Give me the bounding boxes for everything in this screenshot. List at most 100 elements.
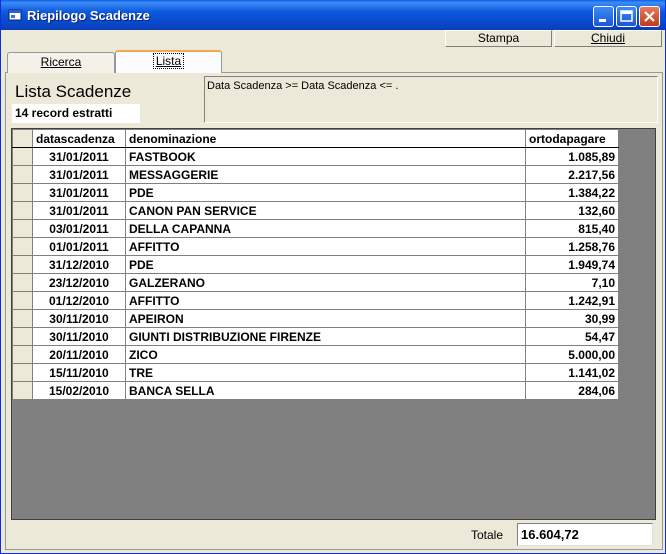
cell-datascadenza[interactable]: 01/12/2010 [32, 291, 126, 310]
row-selector[interactable] [12, 381, 33, 400]
print-button[interactable]: Stampa [445, 30, 552, 47]
cell-datascadenza[interactable]: 30/11/2010 [32, 327, 126, 346]
cell-datascadenza[interactable]: 20/11/2010 [32, 345, 126, 364]
totale-label: Totale [471, 528, 504, 542]
table-row[interactable]: 15/02/2010 BANCA SELLA 284,06 [12, 381, 619, 400]
cell-datascadenza[interactable]: 31/01/2011 [32, 147, 126, 166]
cell-datascadenza[interactable]: 15/11/2010 [32, 363, 126, 382]
tab-ricerca-label: Ricerca [40, 55, 82, 69]
cell-ortodapagare[interactable]: 1.258,76 [525, 237, 619, 256]
row-selector[interactable] [12, 327, 33, 346]
page-title: Lista Scadenze [15, 82, 132, 101]
cell-datascadenza[interactable]: 31/12/2010 [32, 255, 126, 274]
print-button-label: Stampa [477, 31, 520, 45]
cell-ortodapagare[interactable]: 7,10 [525, 273, 619, 292]
cell-denominazione[interactable]: PDE [125, 255, 526, 274]
table-row[interactable]: 30/11/2010 GIUNTI DISTRIBUZIONE FIRENZE 54… [12, 327, 619, 346]
minimize-button[interactable] [593, 6, 614, 27]
column-header-denominazione[interactable]: denominazione [125, 129, 526, 148]
cell-ortodapagare[interactable]: 284,06 [525, 381, 619, 400]
title-bar[interactable]: Riepilogo Scadenze [1, 0, 665, 30]
cell-denominazione[interactable]: BANCA SELLA [125, 381, 526, 400]
table-header-row: datascadenza denominazione ortodapagare [12, 129, 619, 148]
cell-denominazione[interactable]: GALZERANO [125, 273, 526, 292]
data-grid[interactable]: datascadenza denominazione ortodapagare … [11, 128, 656, 520]
cell-datascadenza[interactable]: 31/01/2011 [32, 183, 126, 202]
tab-ricerca[interactable]: Ricerca [7, 52, 115, 73]
column-header-datascadenza[interactable]: datascadenza [32, 129, 126, 148]
table-row[interactable]: 31/01/2011 FASTBOOK 1.085,89 [12, 147, 619, 166]
cell-datascadenza[interactable]: 03/01/2011 [32, 219, 126, 238]
cell-datascadenza[interactable]: 31/01/2011 [32, 201, 126, 220]
row-selector[interactable] [12, 237, 33, 256]
table-row[interactable]: 31/01/2011 MESSAGGERIE 2.217,56 [12, 165, 619, 184]
app-window-icon [8, 8, 22, 22]
cell-denominazione[interactable]: ZICO [125, 345, 526, 364]
tab-lista-label: Lista [152, 53, 185, 69]
close-button[interactable] [639, 6, 660, 27]
cell-ortodapagare[interactable]: 1.242,91 [525, 291, 619, 310]
main-window: Riepilogo Scadenze Stampa Chiudi Ricerca… [0, 0, 666, 554]
maximize-button[interactable] [616, 6, 637, 27]
cell-denominazione[interactable]: AFFITTO [125, 237, 526, 256]
tab-lista[interactable]: Lista [115, 50, 222, 73]
row-selector[interactable] [12, 273, 33, 292]
cell-denominazione[interactable]: PDE [125, 183, 526, 202]
maximize-icon [620, 10, 633, 22]
row-selector[interactable] [12, 309, 33, 328]
table-row[interactable]: 03/01/2011 DELLA CAPANNA 815,40 [12, 219, 619, 238]
column-header-ortodapagare[interactable]: ortodapagare [525, 129, 619, 148]
cell-datascadenza[interactable]: 31/01/2011 [32, 165, 126, 184]
cell-ortodapagare[interactable]: 30,99 [525, 309, 619, 328]
window-title: Riepilogo Scadenze [27, 8, 150, 23]
totale-value: 16.604,72 [517, 523, 653, 546]
table-row[interactable]: 31/01/2011 PDE 1.384,22 [12, 183, 619, 202]
row-selector[interactable] [12, 345, 33, 364]
close-form-button-label: Chiudi [590, 31, 626, 45]
row-selector[interactable] [12, 255, 33, 274]
cell-denominazione[interactable]: DELLA CAPANNA [125, 219, 526, 238]
cell-ortodapagare[interactable]: 1.384,22 [525, 183, 619, 202]
close-icon [644, 11, 655, 22]
scadenze-table: datascadenza denominazione ortodapagare … [12, 129, 619, 400]
cell-denominazione[interactable]: FASTBOOK [125, 147, 526, 166]
cell-denominazione[interactable]: GIUNTI DISTRIBUZIONE FIRENZE [125, 327, 526, 346]
table-row[interactable]: 01/12/2010 AFFITTO 1.242,91 [12, 291, 619, 310]
cell-datascadenza[interactable]: 01/01/2011 [32, 237, 126, 256]
table-row[interactable]: 31/12/2010 PDE 1.949,74 [12, 255, 619, 274]
row-selector[interactable] [12, 363, 33, 382]
table-row[interactable]: 23/12/2010 GALZERANO 7,10 [12, 273, 619, 292]
filter-summary: Data Scadenza >= Data Scadenza <= . [204, 76, 658, 123]
cell-datascadenza[interactable]: 30/11/2010 [32, 309, 126, 328]
row-selector-header[interactable] [12, 129, 33, 148]
cell-ortodapagare[interactable]: 1.141,02 [525, 363, 619, 382]
minimize-icon [599, 19, 606, 22]
cell-ortodapagare[interactable]: 1.949,74 [525, 255, 619, 274]
cell-denominazione[interactable]: APEIRON [125, 309, 526, 328]
row-selector[interactable] [12, 291, 33, 310]
cell-ortodapagare[interactable]: 132,60 [525, 201, 619, 220]
cell-ortodapagare[interactable]: 815,40 [525, 219, 619, 238]
cell-ortodapagare[interactable]: 5.000,00 [525, 345, 619, 364]
table-row[interactable]: 20/11/2010 ZICO 5.000,00 [12, 345, 619, 364]
cell-datascadenza[interactable]: 23/12/2010 [32, 273, 126, 292]
cell-ortodapagare[interactable]: 1.085,89 [525, 147, 619, 166]
cell-datascadenza[interactable]: 15/02/2010 [32, 381, 126, 400]
record-count: 14 record estratti [12, 104, 140, 123]
cell-denominazione[interactable]: CANON PAN SERVICE [125, 201, 526, 220]
cell-ortodapagare[interactable]: 54,47 [525, 327, 619, 346]
row-selector[interactable] [12, 219, 33, 238]
table-row[interactable]: 15/11/2010 TRE 1.141,02 [12, 363, 619, 382]
cell-denominazione[interactable]: AFFITTO [125, 291, 526, 310]
cell-ortodapagare[interactable]: 2.217,56 [525, 165, 619, 184]
row-selector[interactable] [12, 165, 33, 184]
table-row[interactable]: 01/01/2011 AFFITTO 1.258,76 [12, 237, 619, 256]
close-form-button[interactable]: Chiudi [554, 30, 662, 47]
row-selector[interactable] [12, 147, 33, 166]
table-row[interactable]: 30/11/2010 APEIRON 30,99 [12, 309, 619, 328]
cell-denominazione[interactable]: TRE [125, 363, 526, 382]
row-selector[interactable] [12, 183, 33, 202]
row-selector[interactable] [12, 201, 33, 220]
cell-denominazione[interactable]: MESSAGGERIE [125, 165, 526, 184]
table-row[interactable]: 31/01/2011 CANON PAN SERVICE 132,60 [12, 201, 619, 220]
